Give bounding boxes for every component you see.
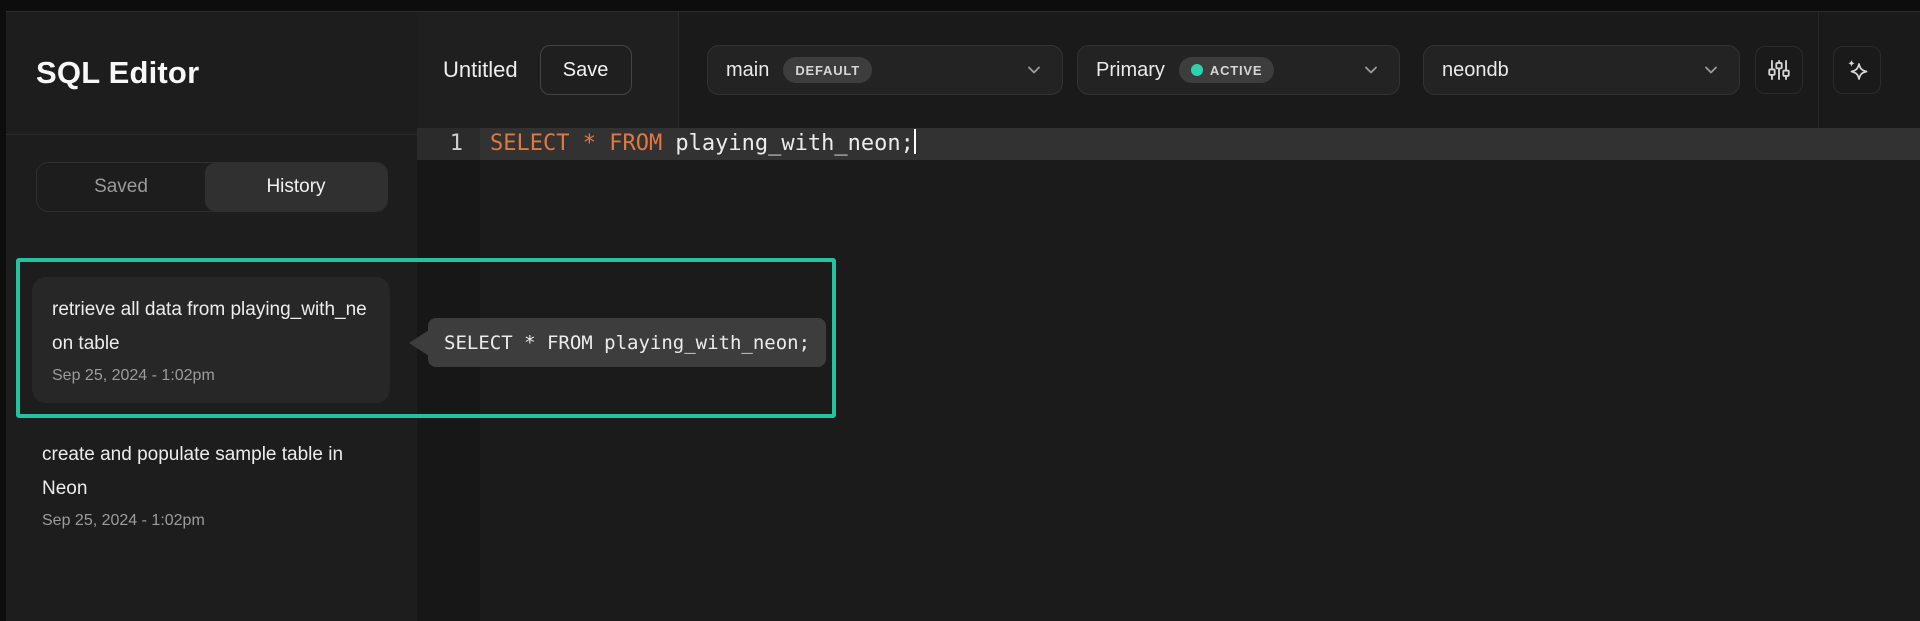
sidebar: SQL Editor Saved History retrieve all da… <box>6 12 417 621</box>
database-label: neondb <box>1442 59 1509 82</box>
sparkles-icon <box>1843 56 1871 84</box>
sliders-icon <box>1766 57 1792 83</box>
editor-pane: Untitled Save main DEFAULT Primary ACTIV… <box>417 12 1920 621</box>
code-input[interactable]: SELECT * FROM playing_with_neon; <box>480 128 1920 160</box>
query-options-button[interactable] <box>1755 46 1803 94</box>
history-item-create[interactable]: create and populate sample table in Neon… <box>42 438 360 534</box>
editor-tab-title[interactable]: Untitled <box>443 57 518 83</box>
history-query-tooltip: SELECT * FROM playing_with_neon; <box>428 318 826 367</box>
chevron-down-icon <box>1701 60 1721 80</box>
sql-keywords: SELECT * FROM <box>490 131 662 156</box>
default-badge: DEFAULT <box>783 57 872 83</box>
tab-saved[interactable]: Saved <box>37 163 205 211</box>
line-number: 1 <box>417 128 480 160</box>
connection-toolbar: main DEFAULT Primary ACTIVE neondb <box>679 12 1920 128</box>
sidebar-header: SQL Editor <box>6 12 417 135</box>
text-cursor <box>914 129 916 154</box>
chevron-down-icon <box>1024 60 1044 80</box>
compute-label: Primary <box>1096 59 1165 82</box>
branch-select[interactable]: main DEFAULT <box>707 45 1063 95</box>
status-dot-icon <box>1191 64 1203 76</box>
line-number-gutter <box>417 128 480 621</box>
database-select[interactable]: neondb <box>1423 45 1740 95</box>
editor-tab-bar: Untitled Save <box>417 12 679 128</box>
history-item-title: create and populate sample table in Neon <box>42 438 360 506</box>
history-query-text: SELECT * FROM playing_with_neon; <box>444 332 810 354</box>
branch-label: main <box>726 59 769 82</box>
active-badge: ACTIVE <box>1179 57 1274 83</box>
history-item-retrieve[interactable]: retrieve all data from playing_with_neon… <box>32 277 390 403</box>
toolbar-divider <box>1818 12 1819 128</box>
compute-select[interactable]: Primary ACTIVE <box>1077 45 1400 95</box>
page-title: SQL Editor <box>36 55 199 91</box>
history-item-timestamp: Sep 25, 2024 - 1:02pm <box>42 508 360 534</box>
active-badge-label: ACTIVE <box>1210 63 1262 78</box>
sidebar-tabs: Saved History <box>36 162 388 212</box>
chevron-down-icon <box>1361 60 1381 80</box>
editor-active-line: 1 SELECT * FROM playing_with_neon; <box>417 128 1920 160</box>
history-item-timestamp: Sep 25, 2024 - 1:02pm <box>52 363 370 389</box>
ai-assistant-button[interactable] <box>1833 46 1881 94</box>
app-window: SQL Editor Saved History retrieve all da… <box>0 0 1920 621</box>
sql-identifier: playing_with_neon; <box>662 131 914 156</box>
save-button[interactable]: Save <box>540 45 632 95</box>
tab-history[interactable]: History <box>205 163 387 211</box>
tooltip-arrow-left-icon <box>409 330 429 356</box>
history-item-title: retrieve all data from playing_with_neon… <box>52 293 370 361</box>
